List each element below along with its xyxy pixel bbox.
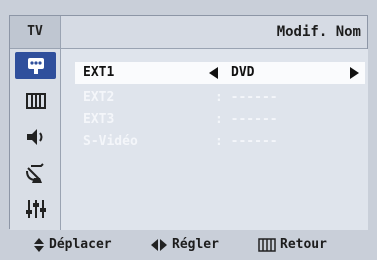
up-down-arrows-icon [34, 238, 44, 252]
row-value: : ------ [215, 90, 278, 105]
return-label: Retour [280, 237, 327, 252]
sound-icon [26, 128, 42, 145]
tv-osd-screen: TV Modif. Nom EXT1 DVD EXT2: ------ EXT… [0, 0, 377, 260]
sidebar-item-setup[interactable] [15, 195, 56, 222]
tv-tab[interactable]: TV [10, 16, 61, 48]
adjust-hint: Régler [150, 230, 219, 260]
row-value: DVD [231, 65, 255, 80]
row-value: : ------ [215, 112, 278, 127]
sidebar-item-picture[interactable] [15, 87, 56, 114]
channel-antenna-icon [25, 162, 44, 183]
sidebar-item-channel[interactable] [15, 159, 56, 186]
page-title: Modif. Nom [276, 24, 361, 40]
list-item-ext3[interactable]: EXT3 : ------ [75, 109, 365, 131]
row-value: : ------ [215, 134, 278, 149]
row-label: EXT1 [83, 65, 115, 80]
help-bar: Déplacer Régler Retour [0, 230, 377, 260]
left-right-arrows-icon [151, 239, 167, 251]
list-item-ext1[interactable]: EXT1 DVD [75, 62, 365, 84]
row-label: EXT2 [83, 90, 115, 105]
move-hint: Déplacer [33, 230, 112, 260]
arrow-right-icon[interactable] [350, 67, 359, 79]
input-source-icon [27, 57, 44, 74]
list-item-svideo[interactable]: S-Vidéo : ------ [75, 131, 365, 153]
menu-icon [258, 238, 276, 252]
menu-header: TV Modif. Nom [10, 16, 367, 49]
move-label: Déplacer [49, 237, 112, 252]
picture-icon [25, 92, 46, 109]
return-hint: Retour [258, 230, 327, 260]
list-item-ext2[interactable]: EXT2 : ------ [75, 87, 365, 109]
sidebar-item-sound[interactable] [15, 123, 56, 150]
menu-content: EXT1 DVD EXT2 : ------ EXT3 : ------ S-V… [61, 49, 368, 230]
row-label: EXT3 [83, 112, 115, 127]
arrow-left-icon[interactable] [209, 67, 218, 79]
row-label: S-Vidéo [83, 134, 138, 149]
setup-sliders-icon [25, 199, 46, 218]
adjust-label: Régler [172, 237, 219, 252]
menu-panel: TV Modif. Nom EXT1 DVD EXT2: ------ EXT… [9, 15, 368, 230]
sidebar-item-input[interactable] [15, 52, 56, 79]
sidebar [10, 49, 61, 230]
